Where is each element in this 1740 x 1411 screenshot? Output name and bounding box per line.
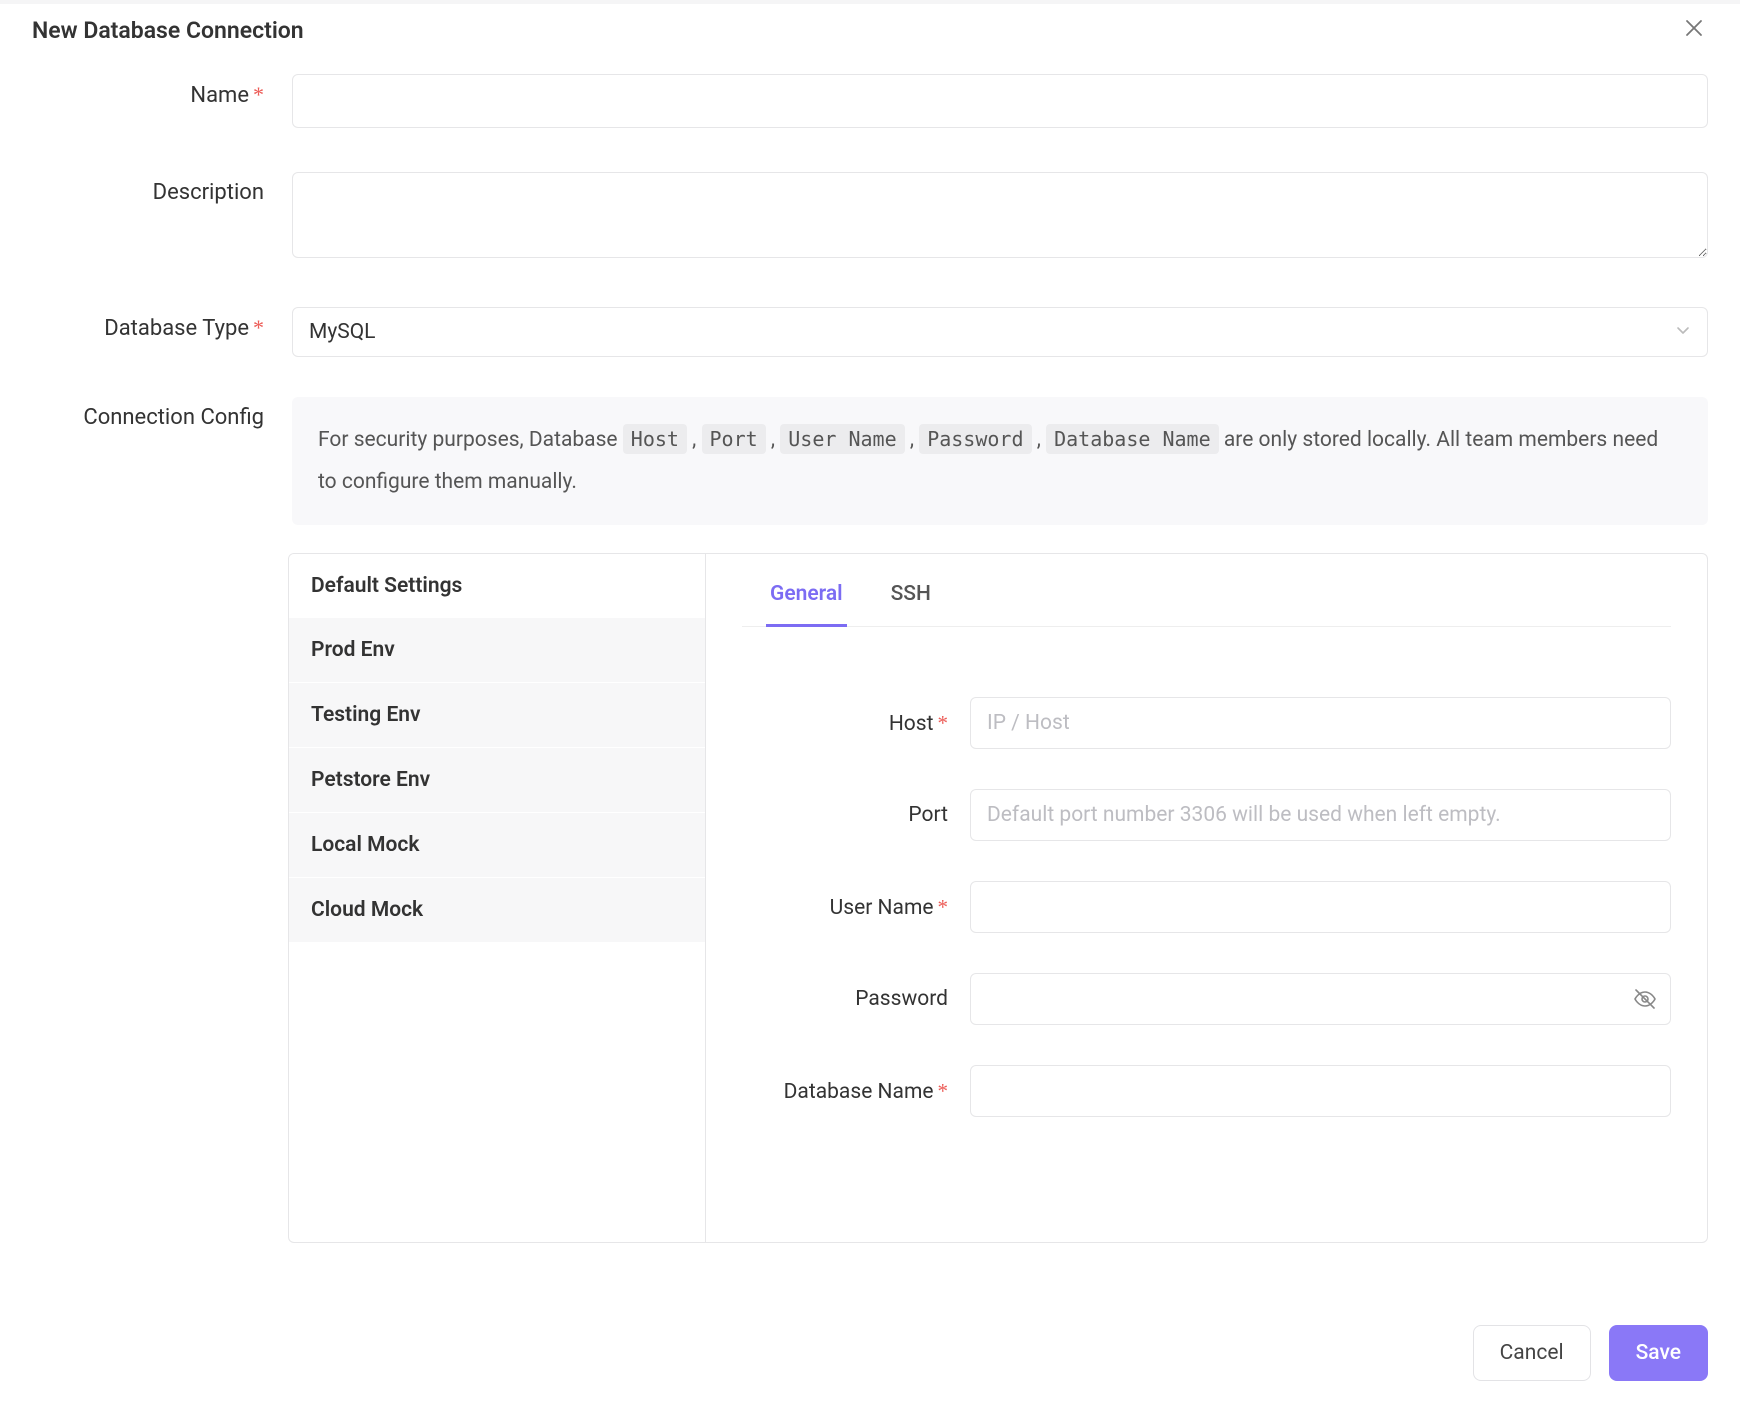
row-host: Host* <box>742 697 1671 749</box>
row-port: Port <box>742 789 1671 841</box>
description-textarea[interactable] <box>292 172 1708 258</box>
tab-ssh[interactable]: SSH <box>887 574 935 627</box>
env-item-petstore[interactable]: Petstore Env <box>289 748 705 813</box>
label-user-name-text: User Name <box>830 896 934 920</box>
chevron-down-icon <box>1675 320 1691 344</box>
required-marker: * <box>253 82 264 107</box>
label-password: Password <box>742 987 970 1011</box>
required-marker: * <box>938 711 949 735</box>
row-connection-config: Connection Config For security purposes,… <box>32 397 1708 525</box>
host-input[interactable] <box>970 697 1671 749</box>
notice-sep: , <box>905 428 920 452</box>
config-panel: Default Settings Prod Env Testing Env Pe… <box>288 553 1708 1243</box>
database-type-value: MySQL <box>309 320 376 344</box>
database-type-select[interactable]: MySQL <box>292 307 1708 357</box>
notice-token-user: User Name <box>780 424 904 454</box>
row-database-name: Database Name* <box>742 1065 1671 1117</box>
required-marker: * <box>253 315 264 340</box>
name-input[interactable] <box>292 74 1708 128</box>
modal-header: New Database Connection <box>0 4 1740 54</box>
save-button[interactable]: Save <box>1609 1325 1708 1381</box>
notice-sep: , <box>1032 428 1047 452</box>
password-input[interactable] <box>970 973 1671 1025</box>
row-name: Name* <box>32 74 1708 128</box>
label-database-type-text: Database Type <box>104 316 249 341</box>
row-description: Description <box>32 172 1708 263</box>
row-user-name: User Name* <box>742 881 1671 933</box>
database-name-input[interactable] <box>970 1065 1671 1117</box>
env-item-cloud-mock[interactable]: Cloud Mock <box>289 878 705 942</box>
tab-general[interactable]: General <box>766 574 847 627</box>
label-connection-config: Connection Config <box>32 397 292 430</box>
modal-title: New Database Connection <box>32 17 304 44</box>
label-name-text: Name <box>190 83 249 108</box>
config-detail: General SSH Host* Port <box>705 554 1707 1242</box>
env-item-testing[interactable]: Testing Env <box>289 683 705 748</box>
notice-prefix: For security purposes, Database <box>318 428 623 452</box>
label-port: Port <box>742 803 970 827</box>
port-input[interactable] <box>970 789 1671 841</box>
env-item-prod[interactable]: Prod Env <box>289 618 705 683</box>
general-form: Host* Port User Name* <box>742 627 1671 1117</box>
label-database-type: Database Type* <box>32 307 292 341</box>
env-list-header: Default Settings <box>289 554 705 618</box>
label-description: Description <box>32 172 292 205</box>
row-password: Password <box>742 973 1671 1025</box>
row-database-type: Database Type* MySQL <box>32 307 1708 357</box>
config-tabs: General SSH <box>742 554 1671 627</box>
modal-footer: Cancel Save <box>1473 1325 1708 1381</box>
close-button[interactable] <box>1680 16 1708 44</box>
new-db-connection-modal: New Database Connection Name* Descriptio… <box>0 0 1740 1411</box>
notice-token-host: Host <box>623 424 687 454</box>
user-name-input[interactable] <box>970 881 1671 933</box>
eye-off-icon[interactable] <box>1633 987 1657 1011</box>
form-body: Name* Description Database Type* MySQL <box>0 54 1740 525</box>
notice-sep: , <box>766 428 781 452</box>
label-user-name: User Name* <box>742 895 970 920</box>
required-marker: * <box>938 895 949 919</box>
close-icon <box>1684 18 1704 42</box>
security-notice: For security purposes, Database Host , P… <box>292 397 1708 525</box>
required-marker: * <box>938 1079 949 1103</box>
notice-token-password: Password <box>919 424 1031 454</box>
cancel-button[interactable]: Cancel <box>1473 1325 1591 1381</box>
environment-list: Default Settings Prod Env Testing Env Pe… <box>289 554 705 1242</box>
notice-token-port: Port <box>702 424 766 454</box>
label-database-name-text: Database Name <box>784 1080 934 1104</box>
notice-sep: , <box>687 428 702 452</box>
notice-token-dbname: Database Name <box>1046 424 1219 454</box>
label-host: Host* <box>742 711 970 736</box>
label-database-name: Database Name* <box>742 1079 970 1104</box>
env-item-local-mock[interactable]: Local Mock <box>289 813 705 878</box>
label-name: Name* <box>32 74 292 108</box>
label-host-text: Host <box>889 712 934 736</box>
